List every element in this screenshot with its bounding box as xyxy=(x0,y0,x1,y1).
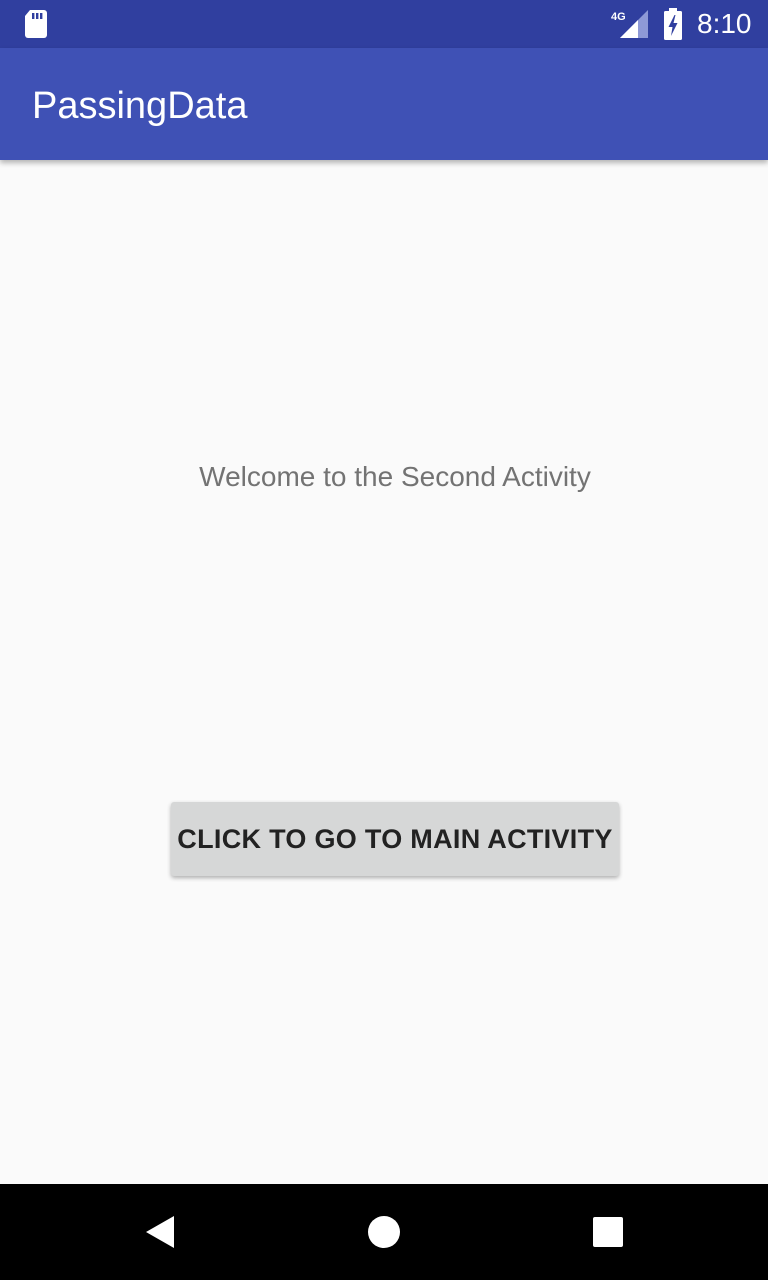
content-area: Welcome to the Second Activity CLICK TO … xyxy=(0,160,768,1184)
battery-charging-icon xyxy=(664,8,682,40)
home-icon[interactable] xyxy=(352,1200,416,1264)
go-to-main-activity-button[interactable]: CLICK TO GO TO MAIN ACTIVITY xyxy=(171,802,619,876)
network-type-label: 4G xyxy=(611,11,626,23)
navigation-bar xyxy=(0,1184,768,1280)
app-bar: PassingData xyxy=(0,48,768,160)
sd-card-icon xyxy=(25,10,47,38)
recents-icon[interactable] xyxy=(576,1200,640,1264)
back-icon[interactable] xyxy=(128,1200,192,1264)
status-bar-clock: 8:10 xyxy=(697,8,752,39)
signal-icon: 4G xyxy=(611,10,648,38)
app-title: PassingData xyxy=(32,85,248,127)
welcome-text: Welcome to the Second Activity xyxy=(199,461,591,492)
status-bar: 4G 8:10 xyxy=(0,0,768,48)
